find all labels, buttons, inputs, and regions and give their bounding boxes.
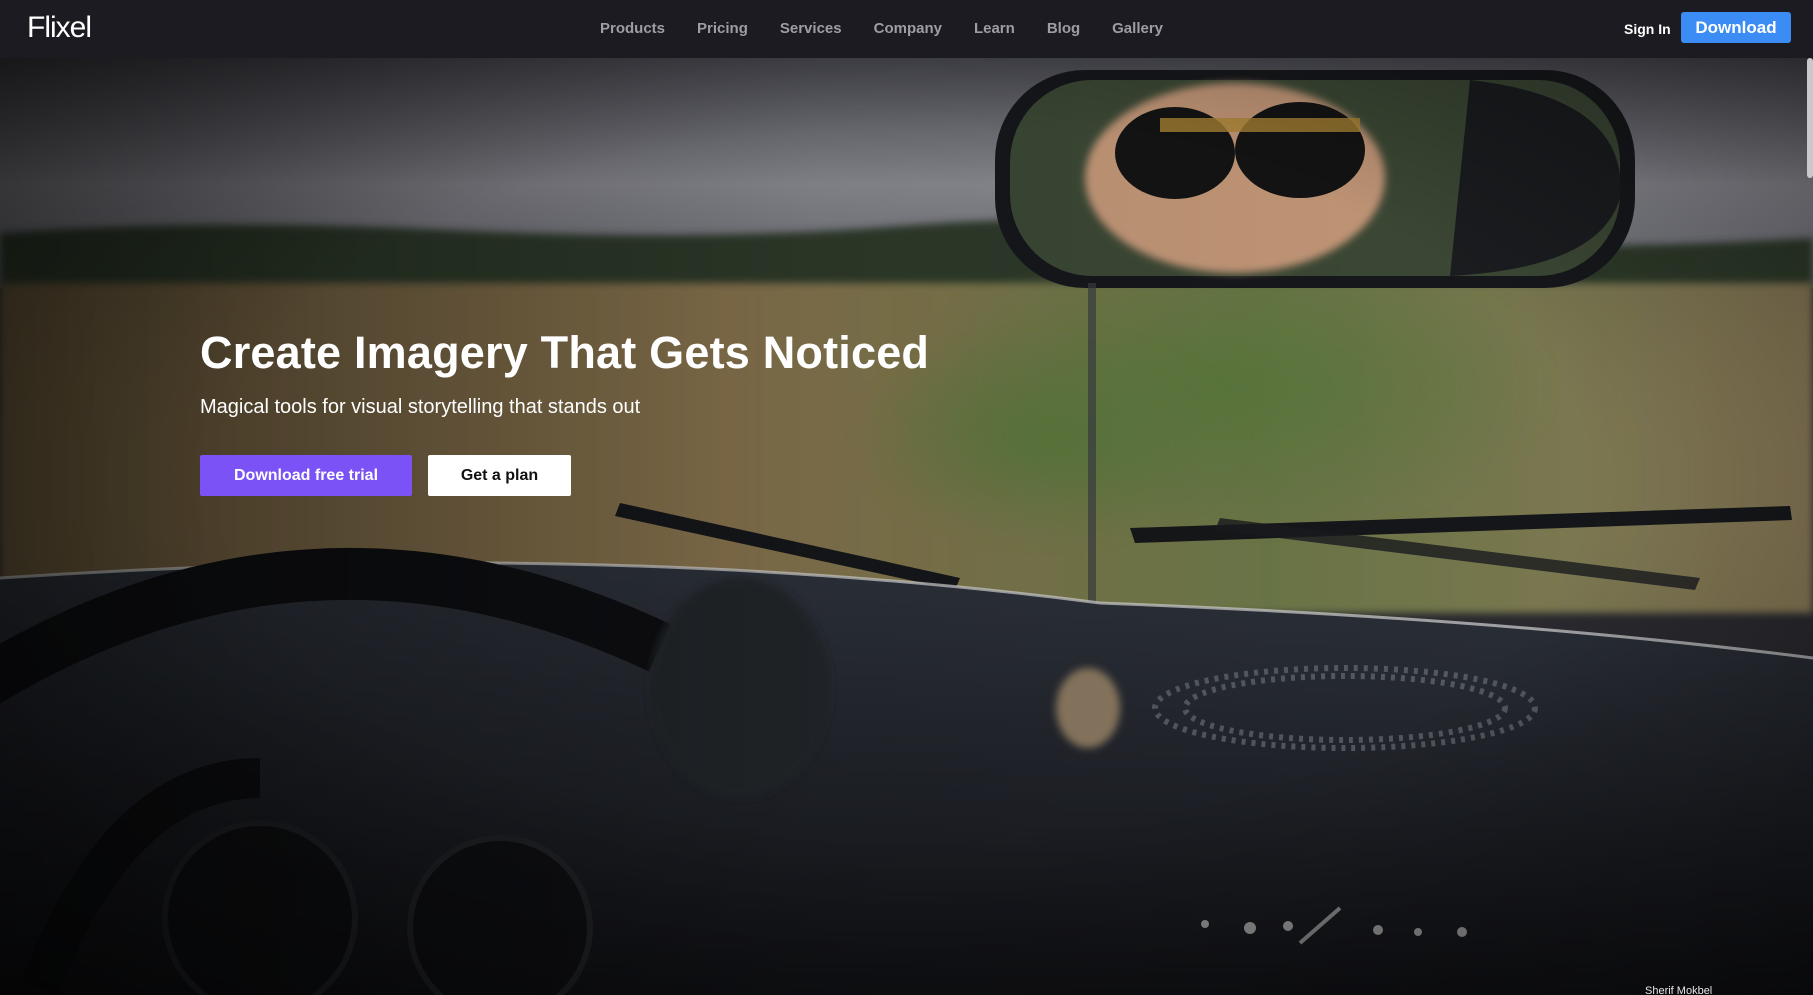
nav-link-company[interactable]: Company	[874, 19, 942, 39]
download-free-trial-button[interactable]: Download free trial	[200, 455, 412, 496]
photo-credit: Sherif Mokbel	[1645, 985, 1713, 995]
nav-link-pricing[interactable]: Pricing	[697, 19, 748, 39]
hero-subtitle: Magical tools for visual storytelling th…	[200, 396, 641, 418]
nav-link-gallery[interactable]: Gallery	[1112, 19, 1163, 39]
hero-background-photo	[0, 58, 1813, 995]
get-a-plan-button[interactable]: Get a plan	[428, 455, 571, 496]
nav-link-products[interactable]: Products	[600, 19, 665, 39]
nav-links: Products Pricing Services Company Learn …	[600, 19, 1195, 39]
page: Flixel Products Pricing Services Company…	[0, 0, 1813, 995]
nav-link-blog[interactable]: Blog	[1047, 19, 1080, 39]
hero-section: Create Imagery That Gets Noticed Magical…	[0, 58, 1813, 995]
download-button[interactable]: Download	[1681, 12, 1791, 43]
scrollbar-thumb[interactable]	[1807, 58, 1813, 178]
flixel-logo[interactable]: Flixel	[27, 10, 92, 46]
sign-in-link[interactable]: Sign In	[1624, 19, 1671, 39]
nav-link-services[interactable]: Services	[780, 19, 842, 39]
hero-title: Create Imagery That Gets Noticed	[200, 327, 930, 378]
top-nav: Flixel Products Pricing Services Company…	[0, 0, 1813, 58]
nav-link-learn[interactable]: Learn	[974, 19, 1015, 39]
